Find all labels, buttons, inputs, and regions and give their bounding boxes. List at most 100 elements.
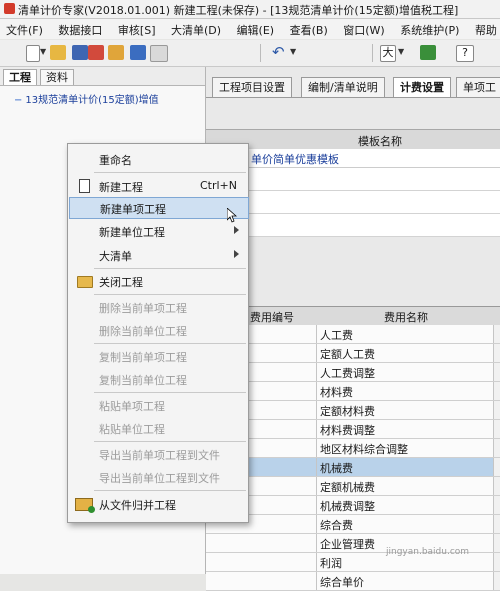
menu-item-merge-from-file[interactable]: 从文件归并工程 [69,493,247,515]
menu-item-label: 删除当前单项工程 [99,302,187,315]
tab-resources[interactable]: 资料 [40,69,74,85]
submenu-arrow-icon [234,226,239,234]
template-name: 单价简单优惠模板 [251,153,339,166]
menu-item-rename[interactable]: 重命名 [69,148,247,170]
flag-icon[interactable] [420,45,436,60]
tree-expand-icon[interactable]: − [14,95,22,106]
menu-audit[interactable]: 审核[S] [112,19,162,39]
menu-system[interactable]: 系统维护(P) [394,19,465,39]
menu-item-new-project[interactable]: 新建工程 Ctrl+N [69,175,247,197]
template-header-label: 模板名称 [358,135,402,148]
menu-item-paste-single[interactable]: 粘贴单项工程 [69,394,247,416]
fee-name: 机械费调整 [320,500,375,513]
table-row[interactable]: 材料费调整 [206,420,500,439]
fee-name: 地区材料综合调整 [320,443,408,456]
table-row[interactable]: 人工费 [206,325,500,344]
menu-window[interactable]: 窗口(W) [337,19,390,39]
menu-item-copy-single[interactable]: 复制当前单项工程 [69,345,247,367]
table-row[interactable]: 定额机械费 [206,477,500,496]
template-column-header: 模板名称 [206,129,500,151]
open-folder-icon[interactable] [50,45,66,60]
table-row[interactable]: 综合费 [206,515,500,534]
tab-description[interactable]: 编制/清单说明 [301,77,385,97]
fee-name: 利润 [320,557,342,570]
toolbar-divider [372,44,373,62]
template-row[interactable]: 单价简单优惠模板 [206,149,500,168]
menu-bar: 文件(F) 数据接口 审核[S] 大清单(D) 编辑(E) 查看(B) 窗口(W… [0,19,500,39]
table-row-selected[interactable]: 机械费 [206,458,500,477]
app-icon [4,3,15,14]
tab-single-project[interactable]: 单项工 [456,77,500,97]
toolbar: ▼ ↶ ▼ 大 ▼ ? [0,40,500,67]
menu-divider [94,294,246,295]
fee-name: 材料费 [320,386,353,399]
settings-panel: 工程项目设置 编制/清单说明 计费设置 单项工 模板名称 单价简单优惠模板 费用… [206,67,500,591]
sigma-icon[interactable]: 大 [380,45,396,62]
table-row[interactable]: 人工费调整 [206,363,500,382]
tool-icon[interactable] [88,45,104,60]
tree-root-label: 13规范清单计价(15定额)增值 [25,95,159,106]
fee-name-header: 费用名称 [384,311,428,324]
tab-fee-settings[interactable]: 计费设置 [393,77,451,97]
menu-divider [94,490,246,491]
title-bar: 清单计价专家(V2018.01.001) 新建工程(未保存) - [13规范清单… [0,0,500,19]
menu-item-copy-unit[interactable]: 复制当前单位工程 [69,368,247,390]
tab-project[interactable]: 工程 [3,69,37,85]
table-row[interactable]: 定额材料费 [206,401,500,420]
menu-item-label: 粘贴单项工程 [99,400,165,413]
template-empty-row [206,191,500,214]
mouse-cursor-icon [227,208,237,223]
calculator-icon[interactable] [130,45,146,60]
submenu-arrow-icon [234,250,239,258]
menu-item-delete-unit[interactable]: 删除当前单位工程 [69,319,247,341]
menu-item-label: 新建单位工程 [99,226,165,239]
menu-item-label: 导出当前单项工程到文件 [99,449,220,462]
table-row[interactable]: 机械费调整 [206,496,500,515]
fee-table-header: 费用编号 费用名称 [206,306,500,326]
right-tab-bar: 工程项目设置 编制/清单说明 计费设置 单项工 [206,75,500,98]
menu-edit[interactable]: 编辑(E) [231,19,281,39]
table-row[interactable]: 定额人工费 [206,344,500,363]
folder-icon [77,276,93,288]
menu-item-label: 删除当前单位工程 [99,325,187,338]
menu-data-interface[interactable]: 数据接口 [52,19,108,39]
template-empty-row [206,168,500,191]
menu-item-export-unit[interactable]: 导出当前单位工程到文件 [69,466,247,488]
folder-icon[interactable] [108,45,124,60]
menu-item-big-list[interactable]: 大清单 [69,244,247,266]
fee-name: 机械费 [320,462,353,475]
table-row[interactable]: 材料费 [206,382,500,401]
fee-name: 综合单价 [320,576,364,589]
menu-item-new-single-project[interactable]: 新建单项工程 [69,197,249,219]
menu-item-label: 新建工程 [99,181,143,194]
menu-item-paste-unit[interactable]: 粘贴单位工程 [69,417,247,439]
menu-item-close-project[interactable]: 关闭工程 [69,270,247,292]
menu-item-label: 重命名 [99,154,132,167]
fee-name: 人工费 [320,329,353,342]
menu-item-label: 大清单 [99,250,132,263]
page-icon[interactable] [150,45,168,62]
undo-icon[interactable]: ↶ [272,43,288,61]
menu-item-export-single[interactable]: 导出当前单项工程到文件 [69,443,247,465]
menu-divider [94,343,246,344]
menu-help[interactable]: 帮助 [469,19,500,39]
menu-item-new-unit-project[interactable]: 新建单位工程 [69,220,247,242]
table-row[interactable]: 综合单价 [206,572,500,591]
fee-name: 定额材料费 [320,405,375,418]
watermark: jingyan.baidu.com [386,547,470,557]
new-file-icon[interactable] [26,45,40,62]
menu-file[interactable]: 文件(F) [0,19,49,39]
chevron-down-icon[interactable]: ▼ [290,47,296,56]
menu-divider [94,441,246,442]
save-icon[interactable] [72,45,88,60]
menu-big-list[interactable]: 大清单(D) [165,19,227,39]
tab-project-settings[interactable]: 工程项目设置 [212,77,292,97]
table-row[interactable]: 地区材料综合调整 [206,439,500,458]
chevron-down-icon[interactable]: ▼ [398,47,404,56]
help-icon[interactable]: ? [456,45,474,62]
chevron-down-icon[interactable]: ▼ [40,47,46,56]
tree-root-node[interactable]: −13规范清单计价(15定额)增值 [14,91,159,106]
menu-item-delete-single[interactable]: 删除当前单项工程 [69,296,247,318]
menu-item-label: 复制当前单项工程 [99,351,187,364]
menu-view[interactable]: 查看(B) [284,19,334,39]
